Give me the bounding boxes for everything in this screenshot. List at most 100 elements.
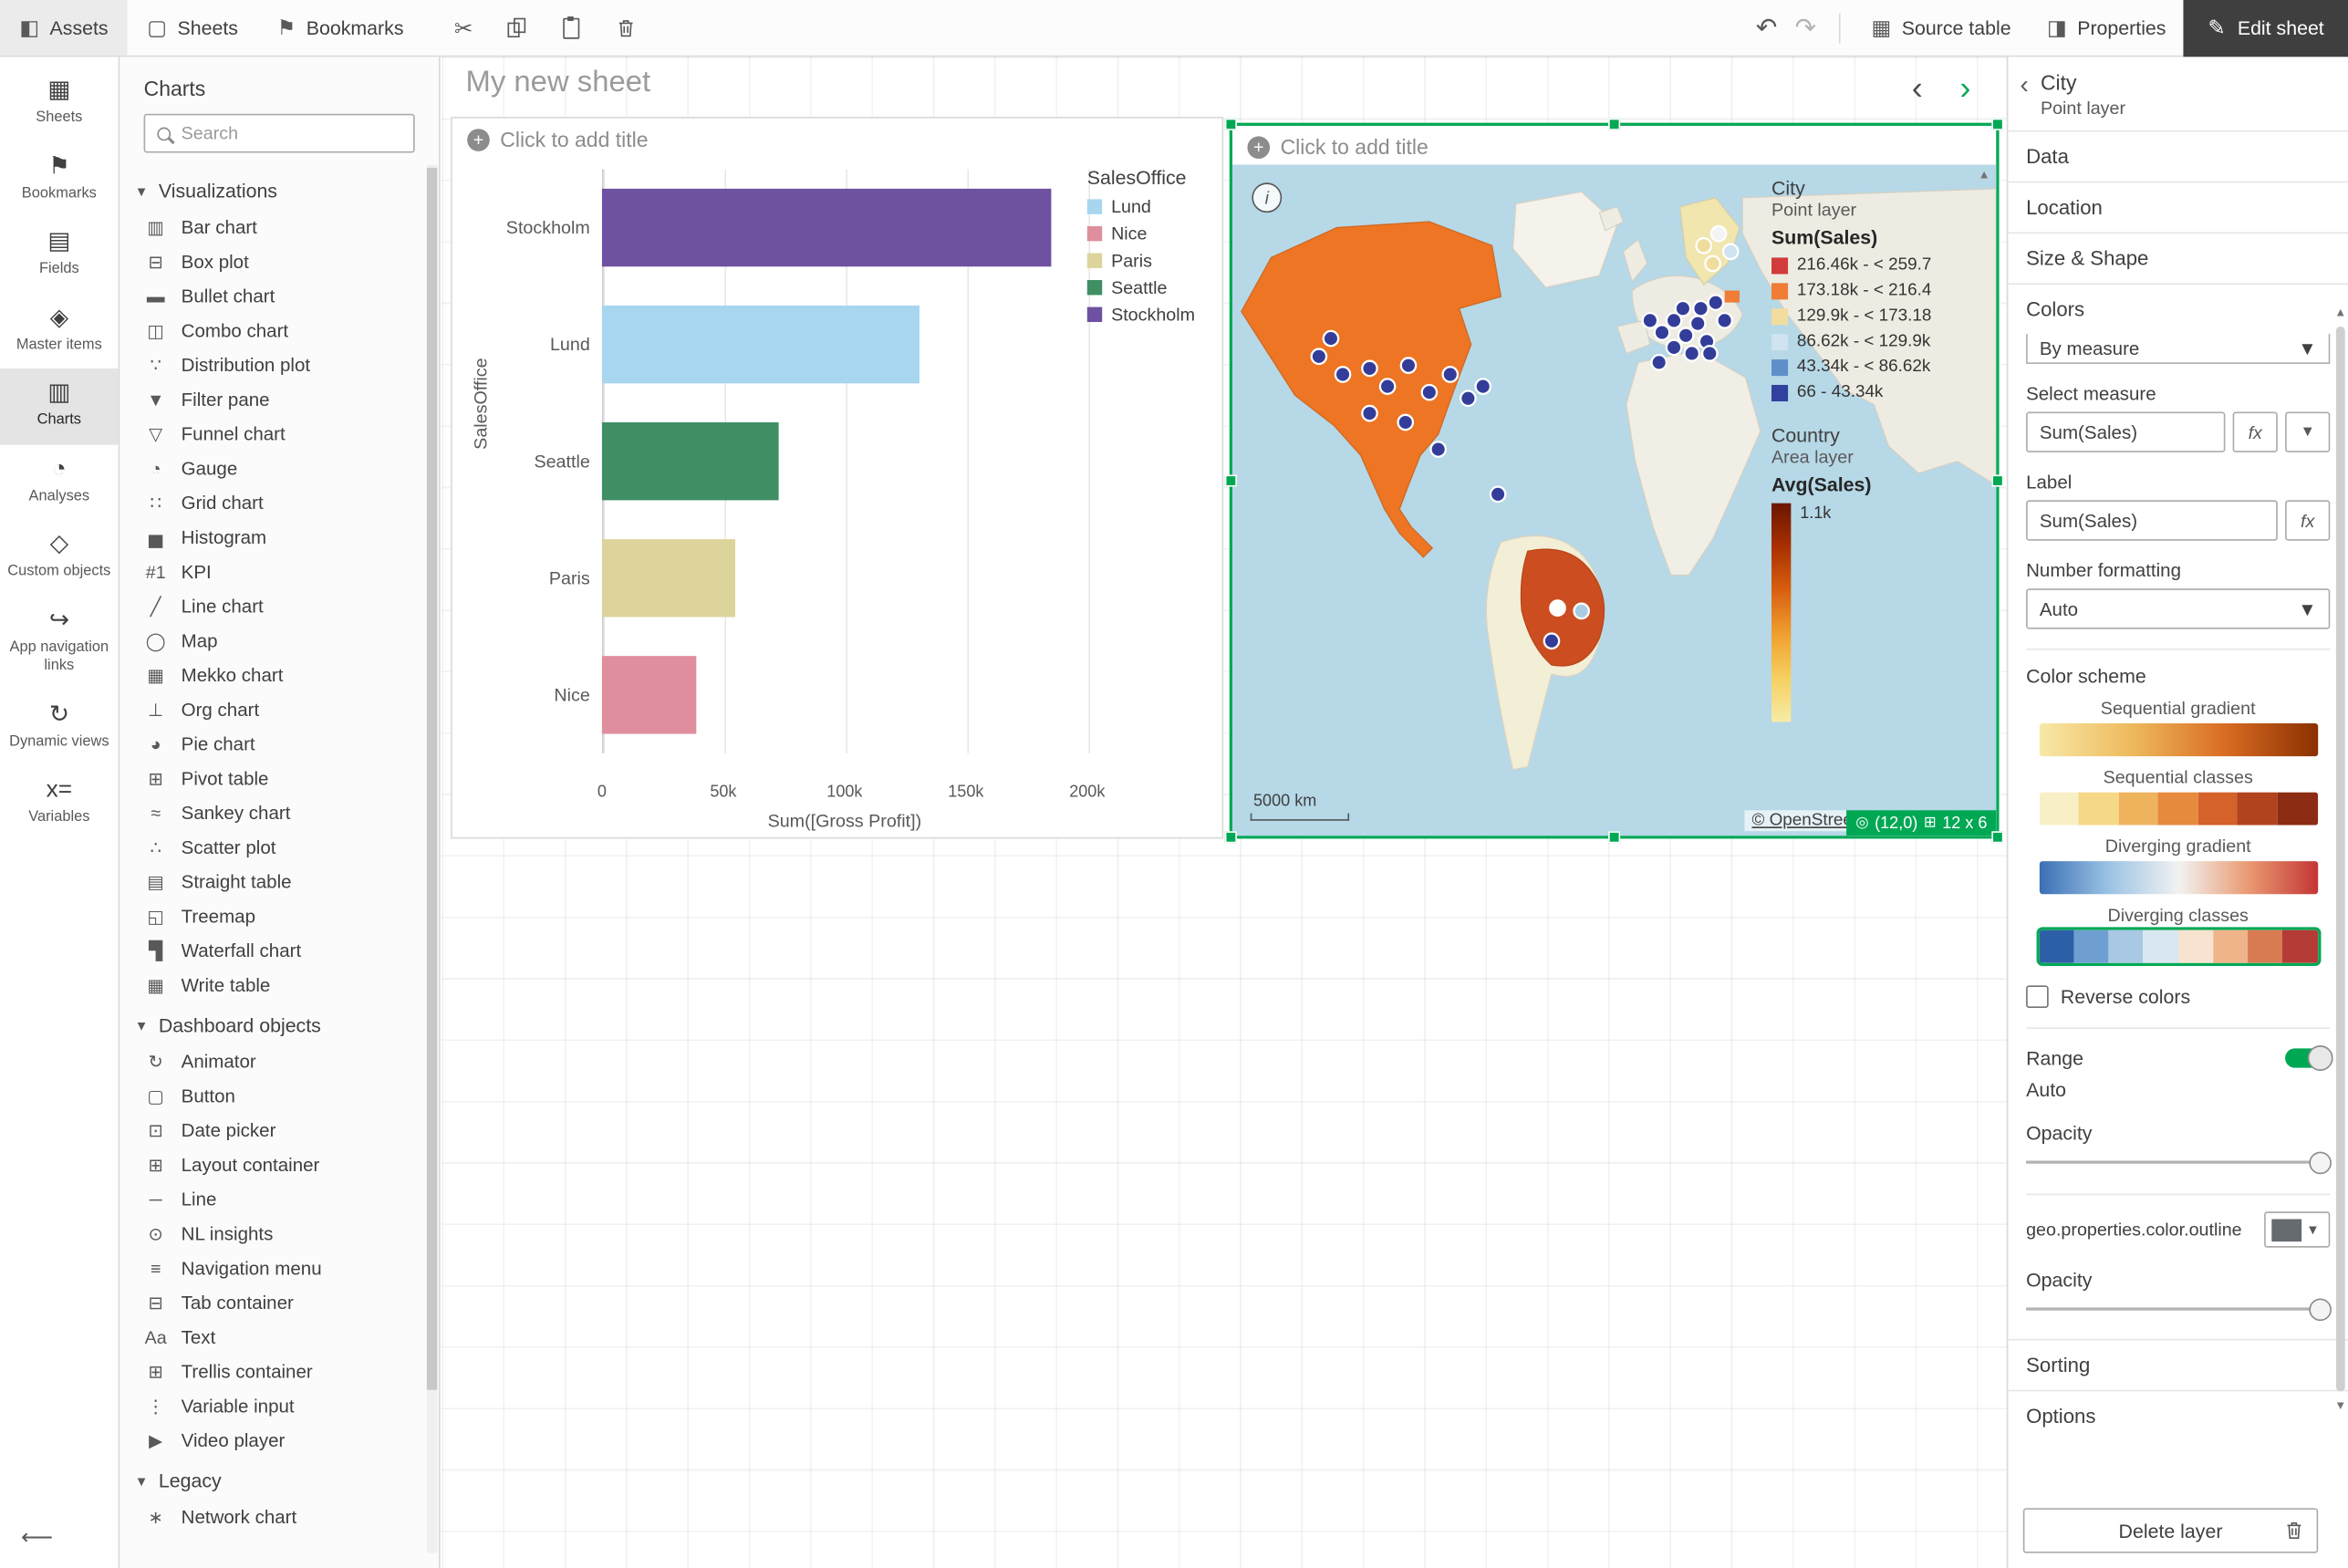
scroll-up-icon[interactable]: ▲ (2333, 306, 2348, 319)
expression-editor-button[interactable]: fx (2285, 500, 2330, 540)
diverging-gradient-swatch[interactable] (2039, 861, 2317, 894)
chart-type-item[interactable]: ▦ Write table (119, 968, 439, 1002)
copy-icon[interactable] (498, 8, 537, 47)
redo-icon[interactable]: ↷ (1786, 8, 1825, 47)
chart-type-item[interactable]: ▦ Mekko chart (119, 658, 439, 692)
collapse-panel-icon[interactable]: ⟵ (0, 1505, 119, 1568)
chart-type-item[interactable]: ⊞ Pivot table (119, 761, 439, 795)
sheet-title[interactable]: My new sheet (466, 66, 651, 100)
chart-type-item[interactable]: ╱ Line chart (119, 588, 439, 623)
legend-item[interactable]: Nice (1087, 223, 1216, 244)
dashboard-object-item[interactable]: ≡ Navigation menu (119, 1251, 439, 1285)
bar[interactable] (602, 539, 735, 617)
resize-handle[interactable] (1225, 119, 1237, 130)
section-legacy[interactable]: ▼ Legacy (119, 1458, 439, 1500)
rail-item[interactable]: ◇ Custom objects (0, 520, 119, 596)
map-title-placeholder[interactable]: + Click to add title (1232, 126, 1996, 168)
chart-type-item[interactable]: ▜ Waterfall chart (119, 933, 439, 968)
info-icon[interactable]: i (1252, 182, 1282, 213)
rail-item[interactable]: ⚑ Bookmarks (0, 141, 119, 217)
undo-icon[interactable]: ↶ (1747, 8, 1786, 47)
chart-type-item[interactable]: ◫ Combo chart (119, 313, 439, 348)
resize-handle[interactable] (1608, 119, 1620, 130)
source-table-button[interactable]: ▦ Source table (1854, 0, 2029, 57)
section-options[interactable]: Options (2008, 1390, 2348, 1441)
legend-item[interactable]: Stockholm (1087, 304, 1216, 325)
section-sorting[interactable]: Sorting (2008, 1339, 2348, 1390)
properties-scrollbar[interactable]: ▲ ▼ (2333, 306, 2348, 1412)
dashboard-object-item[interactable]: ⊡ Date picker (119, 1113, 439, 1147)
bar-chart-object[interactable]: + Click to add title SalesOffice Stockho… (451, 117, 1223, 838)
chart-type-item[interactable]: ∴ Scatter plot (119, 830, 439, 865)
rail-item[interactable]: ▥ Charts (0, 369, 119, 444)
chart-type-item[interactable]: ≈ Sankey chart (119, 795, 439, 830)
bar[interactable] (602, 189, 1051, 266)
panel-scrollbar[interactable] (427, 165, 437, 1553)
number-formatting-dropdown[interactable]: Auto ▼ (2026, 588, 2330, 628)
dashboard-object-item[interactable]: ▶ Video player (119, 1423, 439, 1458)
back-icon[interactable]: ‹ (2021, 70, 2029, 100)
rail-item[interactable]: ◈ Master items (0, 293, 119, 369)
map-viewport[interactable]: i ▲ City Point layer Sum(Sales) 216.46k … (1232, 165, 1996, 836)
resize-handle[interactable] (1225, 474, 1237, 486)
delete-icon[interactable] (606, 8, 645, 47)
bar-chart-title-placeholder[interactable]: + Click to add title (452, 119, 1222, 161)
resize-handle[interactable] (1608, 831, 1620, 843)
dashboard-object-item[interactable]: Aa Text (119, 1320, 439, 1355)
chart-type-item[interactable]: ∵ Distribution plot (119, 348, 439, 382)
rail-item[interactable]: ◔ Analyses (0, 444, 119, 520)
resize-handle[interactable] (1991, 119, 2003, 130)
chart-type-item[interactable]: ▤ Straight table (119, 864, 439, 898)
label-input[interactable] (2026, 500, 2278, 540)
measure-input[interactable] (2026, 412, 2225, 452)
dashboard-object-item[interactable]: ─ Line (119, 1181, 439, 1216)
scrollbar-thumb[interactable] (2336, 327, 2345, 1391)
properties-button[interactable]: ◨ Properties (2029, 0, 2184, 57)
chart-type-item[interactable]: ▼ Filter pane (119, 382, 439, 417)
next-sheet-icon[interactable]: › (1959, 69, 1970, 109)
section-data[interactable]: Data (2008, 130, 2348, 182)
legacy-item[interactable]: ∗ Network chart (119, 1500, 439, 1534)
chart-type-item[interactable]: ⊥ Org chart (119, 692, 439, 727)
chart-type-item[interactable]: ◯ Map (119, 623, 439, 658)
rail-item[interactable]: ↻ Dynamic views (0, 690, 119, 765)
edit-sheet-button[interactable]: ✎ Edit sheet (2184, 0, 2348, 57)
section-visualizations[interactable]: ▼ Visualizations (119, 168, 439, 210)
dashboard-object-item[interactable]: ⊟ Tab container (119, 1285, 439, 1320)
section-colors[interactable]: Colors (2008, 283, 2348, 334)
paste-icon[interactable] (552, 8, 591, 47)
chart-type-item[interactable]: ▽ Funnel chart (119, 416, 439, 451)
outline-color-dropdown[interactable]: ▼ (2264, 1211, 2330, 1247)
chart-type-item[interactable]: ∷ Grid chart (119, 485, 439, 520)
legend-item[interactable]: Paris (1087, 250, 1216, 271)
scroll-down-icon[interactable]: ▼ (2333, 1399, 2348, 1413)
legend-item[interactable]: Lund (1087, 196, 1216, 217)
toolbar-tab[interactable]: ▢ Sheets (128, 0, 257, 56)
chart-type-item[interactable]: ▅ Histogram (119, 520, 439, 555)
dashboard-object-item[interactable]: ⊙ NL insights (119, 1216, 439, 1251)
sequential-gradient-swatch[interactable] (2039, 723, 2317, 756)
dashboard-object-item[interactable]: ↻ Animator (119, 1044, 439, 1078)
section-location[interactable]: Location (2008, 182, 2348, 233)
previous-sheet-icon[interactable]: ‹ (1912, 69, 1923, 109)
legend-item[interactable]: Seattle (1087, 277, 1216, 298)
resize-handle[interactable] (1991, 831, 2003, 843)
delete-layer-button[interactable]: Delete layer (2023, 1508, 2318, 1552)
chart-type-item[interactable]: ◕ Pie chart (119, 726, 439, 761)
reverse-colors-checkbox[interactable] (2026, 985, 2049, 1008)
dashboard-object-item[interactable]: ⋮ Variable input (119, 1388, 439, 1423)
bar[interactable] (602, 656, 696, 733)
chart-type-item[interactable]: ⊟ Box plot (119, 244, 439, 279)
chart-type-item[interactable]: ◱ Treemap (119, 898, 439, 933)
map-object-selected[interactable]: + Click to add title (1230, 123, 2000, 839)
chart-type-item[interactable]: ◔ Gauge (119, 451, 439, 485)
expression-editor-button[interactable]: fx (2233, 412, 2278, 452)
sheet-canvas[interactable]: My new sheet ‹ › + Click to add title Sa… (442, 57, 2006, 1568)
chart-type-item[interactable]: ▥ Bar chart (119, 210, 439, 244)
dashboard-object-item[interactable]: ⊞ Trellis container (119, 1354, 439, 1388)
range-toggle[interactable] (2285, 1048, 2330, 1067)
rail-item[interactable]: ↪ App navigation links (0, 596, 119, 690)
dashboard-object-item[interactable]: ⊞ Layout container (119, 1147, 439, 1182)
chart-type-item[interactable]: #1 KPI (119, 555, 439, 589)
diverging-classes-swatch[interactable] (2039, 930, 2317, 963)
